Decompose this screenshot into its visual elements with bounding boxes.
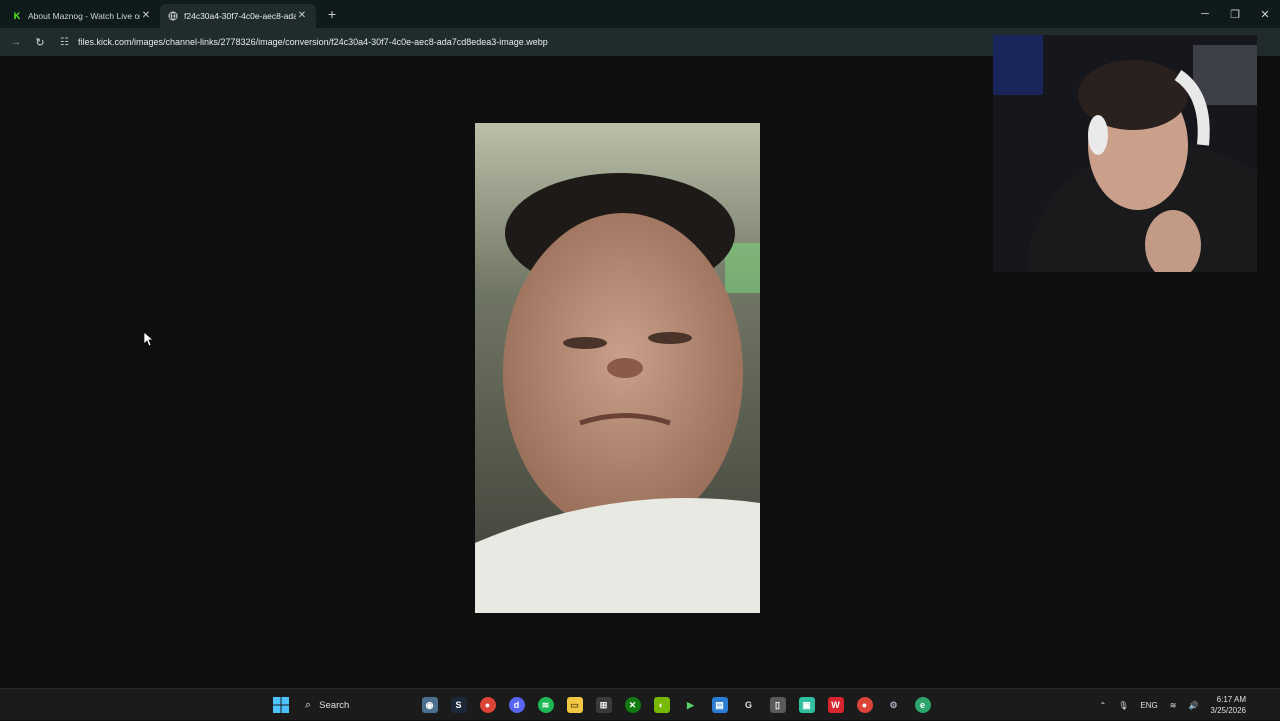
webcam-overlay	[993, 35, 1257, 272]
chevron-up-icon[interactable]: ⌃	[1094, 701, 1113, 710]
volume-icon[interactable]: 🔊	[1182, 701, 1204, 710]
wifi-icon[interactable]: ≋	[1164, 701, 1183, 710]
nvidia-icon[interactable]: ◐	[647, 689, 676, 721]
taskbar-search[interactable]: ⌕ Search	[299, 694, 411, 716]
microphone-icon[interactable]: 🎙	[1112, 701, 1134, 710]
window-controls: ─ ❐ ✕	[1190, 0, 1280, 28]
steam-icon[interactable]: S	[444, 689, 473, 721]
close-window-icon[interactable]: ✕	[1250, 0, 1280, 28]
search-icon: ⌕	[305, 698, 312, 711]
new-tab-icon[interactable]: +	[320, 6, 344, 22]
restore-icon[interactable]: ❐	[1220, 0, 1250, 28]
tab-strip: K About Maznog - Watch Live on ✕ f24c30a…	[0, 0, 1280, 28]
reload-icon[interactable]: ↻	[28, 30, 52, 54]
g-icon[interactable]: G	[734, 689, 763, 721]
tab-title: About Maznog - Watch Live on	[28, 10, 140, 21]
close-icon[interactable]: ✕	[296, 10, 308, 21]
windows-taskbar: ⌕ Search ◉ S ● d ≋ ▭ ⊞ ✕ ◐ ▶ ▤ G ▯ ▣ W ●…	[0, 688, 1280, 720]
notes-icon[interactable]: ▤	[705, 689, 734, 721]
search-label: Search	[319, 699, 350, 711]
clock-time: 6:17 AM	[1216, 695, 1246, 704]
tab-title: f24c30a4-30f7-4c0e-aec8-ada7	[184, 10, 296, 21]
wps-icon[interactable]: W	[821, 689, 850, 721]
site-info-icon[interactable]: ☷	[60, 37, 74, 48]
xbox-icon[interactable]: ✕	[618, 689, 647, 721]
start-button[interactable]	[266, 689, 295, 721]
forward-icon[interactable]: →	[4, 30, 28, 54]
tab-kick-about[interactable]: K About Maznog - Watch Live on ✕	[4, 4, 160, 28]
taskbar-apps: ⌕ Search ◉ S ● d ≋ ▭ ⊞ ✕ ◐ ▶ ▤ G ▯ ▣ W ●…	[266, 689, 937, 721]
app-icon[interactable]: ▣	[792, 689, 821, 721]
language-indicator[interactable]: ENG	[1134, 701, 1163, 710]
url-text: files.kick.com/images/channel-links/2778…	[78, 37, 548, 47]
minimize-icon[interactable]: ─	[1190, 0, 1220, 28]
store-icon[interactable]: ⊞	[589, 689, 618, 721]
camera-icon[interactable]: ◉	[415, 689, 444, 721]
displayed-image	[475, 123, 760, 613]
chrome-active-icon[interactable]: ●	[850, 689, 879, 721]
spotify-icon[interactable]: ≋	[531, 689, 560, 721]
clock-date: 3/25/2026	[1210, 706, 1246, 715]
kick-favicon-icon: K	[13, 10, 21, 21]
settings-icon[interactable]: ⚙	[879, 689, 908, 721]
play-icon[interactable]: ▶	[676, 689, 705, 721]
tab-image[interactable]: f24c30a4-30f7-4c0e-aec8-ada7 ✕	[160, 3, 316, 28]
discord-icon[interactable]: d	[502, 689, 531, 721]
close-icon[interactable]: ✕	[140, 10, 152, 21]
clipboard-icon[interactable]: ▯	[763, 689, 792, 721]
globe-favicon-icon	[168, 11, 178, 21]
mouse-cursor-icon	[143, 331, 154, 351]
file-explorer-icon[interactable]: ▭	[560, 689, 589, 721]
clock[interactable]: 6:17 AM 3/25/2026	[1204, 694, 1280, 716]
chrome-icon[interactable]: ●	[473, 689, 502, 721]
edge-icon[interactable]: e	[908, 689, 937, 721]
system-tray: ⌃ 🎙 ENG ≋ 🔊 6:17 AM 3/25/2026	[1094, 689, 1280, 721]
